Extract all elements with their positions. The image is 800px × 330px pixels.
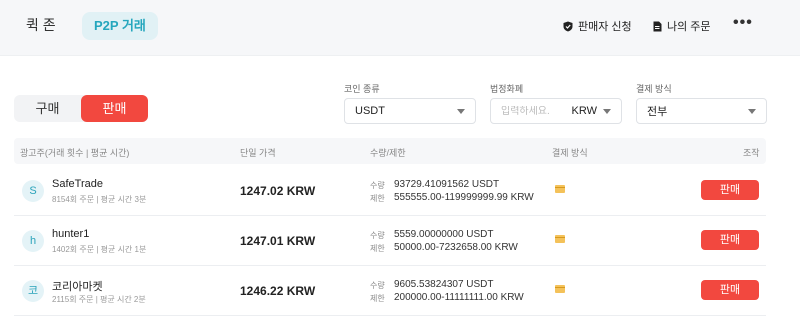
buy-tab[interactable]: 구매 <box>14 95 81 122</box>
table-row: 코 코리아마켓 2115회 주문 | 평균 시간 2분 1246.22 KRW … <box>14 266 766 316</box>
quantity-value: 5559.00000000 USDT <box>394 229 494 240</box>
fiat-amount-field: KRW <box>490 98 622 124</box>
table-header: 광고주(거래 횟수 | 평균 시간) 단일 가격 수량/제한 결제 방식 조작 <box>14 138 766 164</box>
seller-apply-link[interactable]: 판매자 신청 <box>563 18 632 34</box>
merchant-stats: 2115회 주문 | 평균 시간 2분 <box>52 295 146 304</box>
merchant-name[interactable]: 코리아마켓 <box>52 278 103 294</box>
merchant-stats: 8154회 주문 | 평균 시간 3분 <box>52 195 147 204</box>
quantity-label: 수량 <box>370 181 385 190</box>
buy-sell-toggle: 구매 판매 <box>14 95 148 122</box>
card-icon <box>555 185 565 193</box>
quantity-value: 93729.41091562 USDT <box>394 179 500 190</box>
header-advertiser: 광고주(거래 횟수 | 평균 시간) <box>20 148 130 158</box>
coin-type-value: USDT <box>355 105 385 117</box>
limit-label: 제한 <box>370 244 385 253</box>
quantity-label: 수량 <box>370 231 385 240</box>
quantity-label: 수량 <box>370 281 385 290</box>
sell-tab[interactable]: 판매 <box>81 95 148 122</box>
table-row: S SafeTrade 8154회 주문 | 평균 시간 3분 1247.02 … <box>14 166 766 216</box>
quantity-value: 9605.53824307 USDT <box>394 279 494 290</box>
fiat-currency-value: KRW <box>571 105 597 117</box>
avatar: h <box>22 230 44 252</box>
payment-method-label: 결제 방식 <box>636 84 672 94</box>
coin-type-label: 코인 종류 <box>344 84 380 94</box>
unit-price: 1246.22 KRW <box>240 284 316 298</box>
header-quantity-limit: 수량/제한 <box>370 148 406 158</box>
seller-apply-label: 판매자 신청 <box>578 21 632 33</box>
tab-quick-zone[interactable]: 퀵 존 <box>26 15 56 35</box>
merchant-name[interactable]: SafeTrade <box>52 178 103 190</box>
payment-method-value: 전부 <box>647 106 668 118</box>
merchant-name[interactable]: hunter1 <box>52 228 89 240</box>
chevron-down-icon <box>748 108 756 114</box>
fiat-currency-select[interactable]: KRW <box>572 105 611 117</box>
tab-p2p-trade[interactable]: P2P 거래 <box>82 12 158 40</box>
avatar: 코 <box>22 280 44 302</box>
limit-label: 제한 <box>370 194 385 203</box>
header-action: 조작 <box>743 148 760 158</box>
fiat-label: 법정화폐 <box>490 84 524 94</box>
payment-method-select[interactable]: 전부 <box>636 98 767 124</box>
unit-price: 1247.02 KRW <box>240 184 316 198</box>
document-icon <box>653 21 662 31</box>
limit-value: 555555.00-119999999.99 KRW <box>394 192 534 203</box>
limit-value: 50000.00-7232658.00 KRW <box>394 242 518 253</box>
merchant-stats: 1402회 주문 | 평균 시간 1분 <box>52 245 147 254</box>
coin-type-select[interactable]: USDT <box>344 98 476 124</box>
table-row: h hunter1 1402회 주문 | 평균 시간 1분 1247.01 KR… <box>14 216 766 266</box>
card-icon <box>555 285 565 293</box>
header-payment: 결제 방식 <box>552 148 588 158</box>
my-orders-label: 나의 주문 <box>667 21 711 33</box>
header-price: 단일 가격 <box>240 148 276 158</box>
unit-price: 1247.01 KRW <box>240 234 316 248</box>
limit-value: 200000.00-11111111.00 KRW <box>394 292 524 303</box>
sell-button[interactable]: 판매 <box>701 230 759 250</box>
chevron-down-icon <box>603 108 611 114</box>
chevron-down-icon <box>457 108 465 114</box>
shield-check-icon <box>563 21 573 31</box>
limit-label: 제한 <box>370 294 385 303</box>
more-menu-icon[interactable]: ••• <box>733 14 753 32</box>
sell-button[interactable]: 판매 <box>701 180 759 200</box>
top-bar: 퀵 존 P2P 거래 판매자 신청 나의 주문 ••• <box>0 0 800 56</box>
card-icon <box>555 235 565 243</box>
my-orders-link[interactable]: 나의 주문 <box>653 18 711 34</box>
sell-button[interactable]: 판매 <box>701 280 759 300</box>
avatar: S <box>22 180 44 202</box>
amount-input[interactable] <box>501 105 571 117</box>
